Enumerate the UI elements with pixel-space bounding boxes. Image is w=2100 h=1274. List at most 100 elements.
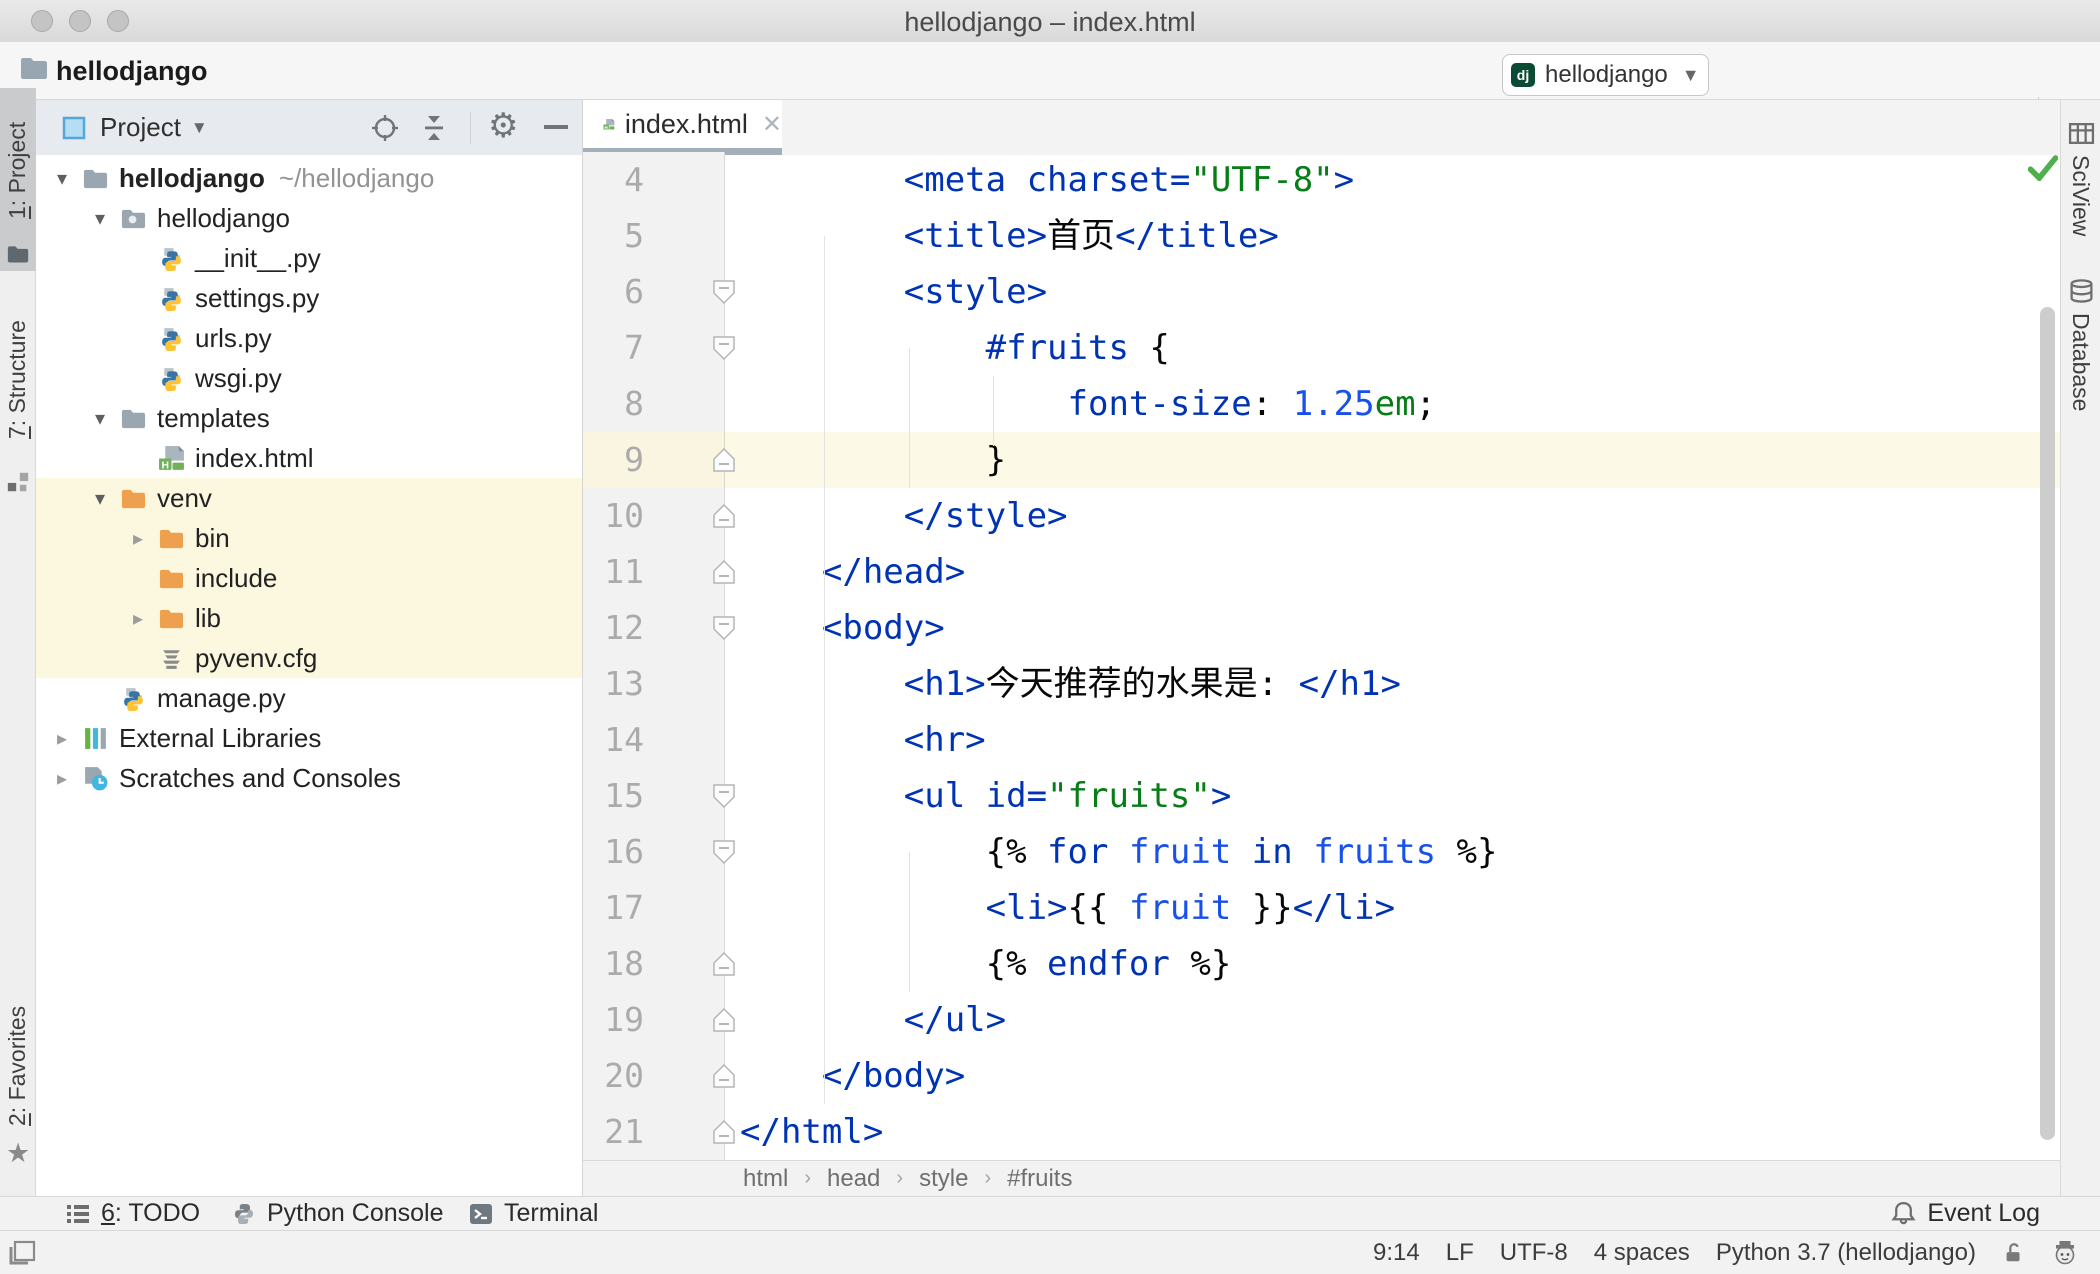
stripe-icon[interactable] bbox=[6, 470, 30, 499]
breadcrumb-fruits[interactable]: #fruits bbox=[1007, 1165, 1072, 1193]
event-log-button[interactable]: Event Log bbox=[1890, 1199, 2040, 1228]
highlighting-level-icon[interactable] bbox=[2052, 1240, 2078, 1266]
tree-item-scratches-and-consoles[interactable]: ▸ Scratches and Consoles bbox=[36, 758, 582, 798]
fold-start-marker[interactable] bbox=[711, 838, 737, 866]
editor-gutter[interactable]: 12 bbox=[583, 600, 735, 656]
breadcrumb-head[interactable]: head bbox=[827, 1165, 880, 1193]
editor-gutter[interactable]: 18 bbox=[583, 936, 735, 992]
editor-gutter[interactable]: 10 bbox=[583, 488, 735, 544]
editor-gutter[interactable]: 11 bbox=[583, 544, 735, 600]
hide-panel-icon[interactable] bbox=[544, 125, 568, 129]
fold-end-marker[interactable] bbox=[711, 1062, 737, 1090]
toolbar-project-name[interactable]: hellodjango bbox=[56, 56, 208, 87]
editor-gutter[interactable]: 20 bbox=[583, 1048, 735, 1104]
collapse-all-icon[interactable] bbox=[420, 114, 448, 142]
editor-gutter[interactable]: 19 bbox=[583, 992, 735, 1048]
chevron-collapsed-icon[interactable]: ▸ bbox=[126, 606, 150, 631]
chevron-collapsed-icon[interactable]: ▸ bbox=[50, 726, 74, 751]
chevron-collapsed-icon[interactable]: ▸ bbox=[50, 766, 74, 791]
editor-gutter[interactable]: 17 bbox=[583, 880, 725, 936]
tree-item--init-py[interactable]: __init__.py bbox=[36, 238, 582, 278]
code-line-7[interactable]: 7 #fruits { bbox=[583, 320, 2060, 376]
indent-widget[interactable]: 4 spaces bbox=[1594, 1239, 1690, 1267]
stripe-button-sciview[interactable]: SciView bbox=[2067, 155, 2094, 236]
close-tab-icon[interactable]: ✕ bbox=[762, 110, 782, 139]
breadcrumb-html[interactable]: html bbox=[743, 1165, 788, 1193]
tree-item-include[interactable]: include bbox=[36, 558, 582, 598]
code-line-18[interactable]: 18 {% endfor %} bbox=[583, 936, 2060, 992]
code-line-17[interactable]: 17 <li>{{ fruit }}</li> bbox=[583, 880, 2060, 936]
tree-item-urls-py[interactable]: urls.py bbox=[36, 318, 582, 358]
inspections-ok-icon[interactable] bbox=[2028, 155, 2058, 181]
title-bar[interactable]: hellodjango – index.html bbox=[0, 0, 2100, 43]
toolwindow-button-terminal[interactable]: Terminal bbox=[468, 1199, 598, 1228]
tree-item-venv[interactable]: ▾ venv bbox=[36, 478, 582, 518]
fold-start-marker[interactable] bbox=[711, 614, 737, 642]
tree-item-hellodjango[interactable]: ▾ hellodjango bbox=[36, 198, 582, 238]
code-line-20[interactable]: 20 </body> bbox=[583, 1048, 2060, 1104]
code-line-12[interactable]: 12 <body> bbox=[583, 600, 2060, 656]
run-configuration-select[interactable]: dj hellodjango ▼ bbox=[1502, 54, 1709, 96]
code-line-13[interactable]: 13 <h1>今天推荐的水果是: </h1> bbox=[583, 656, 2060, 712]
fold-end-marker[interactable] bbox=[711, 1118, 737, 1146]
tree-item-external-libraries[interactable]: ▸ External Libraries bbox=[36, 718, 582, 758]
code-line-5[interactable]: 5 <title>首页</title> bbox=[583, 208, 2060, 264]
stripe-icon[interactable] bbox=[2068, 278, 2095, 310]
stripe-icon[interactable]: ★ bbox=[6, 1140, 30, 1167]
interpreter-widget[interactable]: Python 3.7 (hellodjango) bbox=[1716, 1239, 1976, 1267]
caret-position-widget[interactable]: 9:14 bbox=[1373, 1239, 1420, 1267]
tree-item-wsgi-py[interactable]: wsgi.py bbox=[36, 358, 582, 398]
editor-gutter[interactable]: 15 bbox=[583, 768, 735, 824]
encoding-widget[interactable]: UTF-8 bbox=[1500, 1239, 1568, 1267]
editor-gutter[interactable]: 14 bbox=[583, 712, 725, 768]
code-line-16[interactable]: 16 {% for fruit in fruits %} bbox=[583, 824, 2060, 880]
tree-item-hellodjango[interactable]: ▾ hellodjango ~/hellodjango bbox=[36, 158, 582, 198]
line-ending-widget[interactable]: LF bbox=[1446, 1239, 1474, 1267]
stripe-button-structure[interactable]: 7: Structure bbox=[4, 290, 34, 470]
stripe-button-project[interactable]: 1: Project bbox=[4, 95, 34, 245]
fold-start-marker[interactable] bbox=[711, 278, 737, 306]
editor-gutter[interactable]: 8 bbox=[583, 376, 725, 432]
editor-gutter[interactable]: 6 bbox=[583, 264, 735, 320]
fold-start-marker[interactable] bbox=[711, 782, 737, 810]
fold-end-marker[interactable] bbox=[711, 950, 737, 978]
code-line-11[interactable]: 11 </head> bbox=[583, 544, 2060, 600]
tab-index-html[interactable]: H index.html ✕ bbox=[583, 100, 782, 148]
chevron-expanded-icon[interactable]: ▾ bbox=[50, 166, 74, 191]
code-line-15[interactable]: 15 <ul id="fruits"> bbox=[583, 768, 2060, 824]
breadcrumb-style[interactable]: style bbox=[919, 1165, 968, 1193]
chevron-collapsed-icon[interactable]: ▸ bbox=[126, 526, 150, 551]
code-line-8[interactable]: 8 font-size: 1.25em; bbox=[583, 376, 2060, 432]
tree-item-pyvenv-cfg[interactable]: pyvenv.cfg bbox=[36, 638, 582, 678]
stripe-icon[interactable] bbox=[6, 243, 30, 270]
code-line-21[interactable]: 21 </html> bbox=[583, 1104, 2060, 1160]
editor-gutter[interactable]: 4 bbox=[583, 152, 725, 208]
editor-gutter[interactable]: 9 bbox=[583, 432, 735, 488]
tree-item-settings-py[interactable]: settings.py bbox=[36, 278, 582, 318]
editor-gutter[interactable]: 5 bbox=[583, 208, 725, 264]
toolwindow-button-todo[interactable]: 6: TODO bbox=[65, 1199, 200, 1228]
fold-end-marker[interactable] bbox=[711, 1006, 737, 1034]
code-line-19[interactable]: 19 </ul> bbox=[583, 992, 2060, 1048]
fold-end-marker[interactable] bbox=[711, 502, 737, 530]
fold-start-marker[interactable] bbox=[711, 334, 737, 362]
locate-file-icon[interactable] bbox=[371, 114, 399, 142]
fold-end-marker[interactable] bbox=[711, 558, 737, 586]
tree-item-templates[interactable]: ▾ templates bbox=[36, 398, 582, 438]
toolwindow-button-pyconsole[interactable]: Python Console bbox=[231, 1199, 444, 1228]
chevron-expanded-icon[interactable]: ▾ bbox=[88, 206, 112, 231]
unlocked-icon[interactable] bbox=[2002, 1240, 2026, 1266]
code-line-14[interactable]: 14 <hr> bbox=[583, 712, 2060, 768]
editor-gutter[interactable]: 16 bbox=[583, 824, 735, 880]
stripe-button-favorites[interactable]: 2: Favorites bbox=[4, 995, 34, 1137]
tree-item-lib[interactable]: ▸ lib bbox=[36, 598, 582, 638]
code-line-9[interactable]: 9 } bbox=[583, 432, 2060, 488]
gear-icon[interactable]: ⚙ bbox=[488, 106, 518, 146]
toggle-toolwindows-icon[interactable] bbox=[8, 1240, 36, 1266]
tree-item-bin[interactable]: ▸ bin bbox=[36, 518, 582, 558]
tree-item-index-html[interactable]: Hindex.html bbox=[36, 438, 582, 478]
stripe-icon[interactable] bbox=[2068, 120, 2095, 152]
code-line-10[interactable]: 10 </style> bbox=[583, 488, 2060, 544]
editor-gutter[interactable]: 13 bbox=[583, 656, 725, 712]
fold-end-marker[interactable] bbox=[711, 446, 737, 474]
